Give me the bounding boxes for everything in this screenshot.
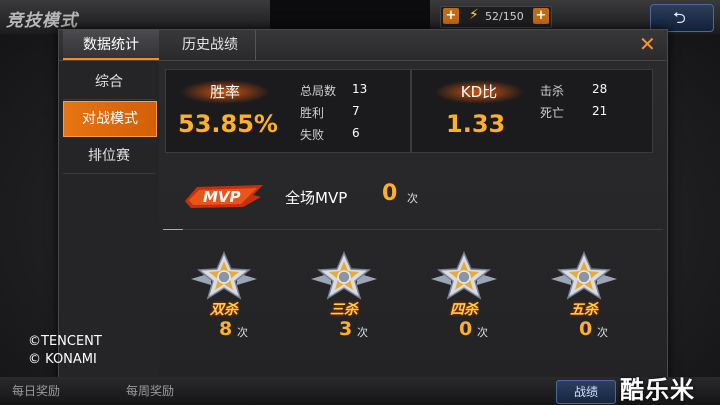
winrate-label: 胜率 (180, 80, 270, 104)
kd-box: KD比 1.33 击杀 28 死亡 21 (411, 69, 653, 153)
quadra-kill-unit: 次 (477, 326, 488, 339)
copyright-konami: © KONAMI (28, 352, 97, 367)
back-button[interactable]: ⮌ (650, 4, 714, 32)
double-kill-value: 8 (219, 318, 233, 340)
deaths-label: 死亡 (540, 106, 565, 120)
triple-kill-medal: 三杀 (309, 251, 379, 318)
divider-highlight (163, 229, 183, 230)
quadra-kill-value: 0 (459, 318, 473, 340)
double-kill-medal: 双杀 (189, 251, 259, 318)
kills-label: 击杀 (540, 84, 565, 98)
close-icon[interactable]: ✕ (639, 32, 656, 56)
medal-icon (431, 251, 497, 300)
winrate-box: 胜率 53.85% 总局数 13 胜利 7 失败 6 (165, 69, 411, 153)
sidebar-item-ranked[interactable]: 排位赛 (63, 139, 155, 174)
daily-reward-button[interactable]: 每日奖励 (12, 382, 60, 399)
kills-value: 28 (592, 82, 608, 96)
mvp-unit: 次 (407, 192, 418, 205)
lightning-icon: ⚡ (469, 7, 479, 23)
penta-kill-medal: 五杀 (549, 251, 619, 318)
mvp-label: 全场MVP (285, 189, 348, 207)
mvp-value: 0 (382, 181, 398, 206)
kd-value: 1.33 (446, 110, 506, 138)
add-energy-button[interactable]: + (533, 8, 549, 24)
medal-icon (311, 251, 377, 300)
double-kill-label: 双杀 (210, 302, 238, 318)
losses-value: 6 (352, 126, 360, 140)
energy-resource: + ⚡ 52/150 + (440, 6, 552, 28)
sidebar-item-overall[interactable]: 综合 (63, 65, 155, 100)
divider (163, 229, 663, 230)
watermark: 酷乐米 (620, 376, 695, 404)
wins-value: 7 (352, 104, 360, 118)
quadra-kill-label: 四杀 (450, 302, 478, 318)
add-resource-button[interactable]: + (443, 8, 459, 24)
tab-data-stats[interactable]: 数据统计 (63, 30, 159, 60)
losses-label: 失败 (300, 128, 325, 142)
triple-kill-unit: 次 (357, 326, 368, 339)
wins-label: 胜利 (300, 106, 325, 120)
weekly-reward-button[interactable]: 每周奖励 (126, 382, 174, 399)
copyright-tencent: ©TENCENT (28, 334, 102, 349)
medal-icon (191, 251, 257, 300)
total-games-label: 总局数 (300, 84, 337, 98)
penta-kill-value: 0 (579, 318, 593, 340)
penta-kill-label: 五杀 (570, 302, 598, 318)
mode-title: 竞技模式 (6, 11, 78, 31)
battle-record-button[interactable]: 战绩 (556, 380, 616, 404)
tab-history[interactable]: 历史战绩 (165, 30, 256, 60)
back-arrow-icon: ⮌ (673, 8, 686, 27)
kd-label: KD比 (434, 80, 524, 104)
double-kill-unit: 次 (237, 326, 248, 339)
mvp-logo: MVP (185, 185, 263, 208)
medal-icon (551, 251, 617, 300)
tab-bar: 数据统计 历史战绩 ✕ (59, 30, 667, 61)
winrate-value: 53.85% (178, 110, 278, 138)
mvp-logo-text: MVP (203, 188, 241, 206)
top-banner-area (270, 0, 430, 30)
triple-kill-value: 3 (339, 318, 353, 340)
deaths-value: 21 (592, 104, 608, 118)
sidebar-item-battle-mode[interactable]: 对战模式 (63, 101, 157, 137)
penta-kill-unit: 次 (597, 326, 608, 339)
quadra-kill-medal: 四杀 (429, 251, 499, 318)
triple-kill-label: 三杀 (330, 302, 358, 318)
energy-count: 52/150 (485, 10, 524, 23)
stats-panel: 数据统计 历史战绩 ✕ 综合 对战模式 排位赛 胜率 53.85% 总局数 13… (58, 29, 668, 383)
total-games-value: 13 (352, 82, 368, 96)
